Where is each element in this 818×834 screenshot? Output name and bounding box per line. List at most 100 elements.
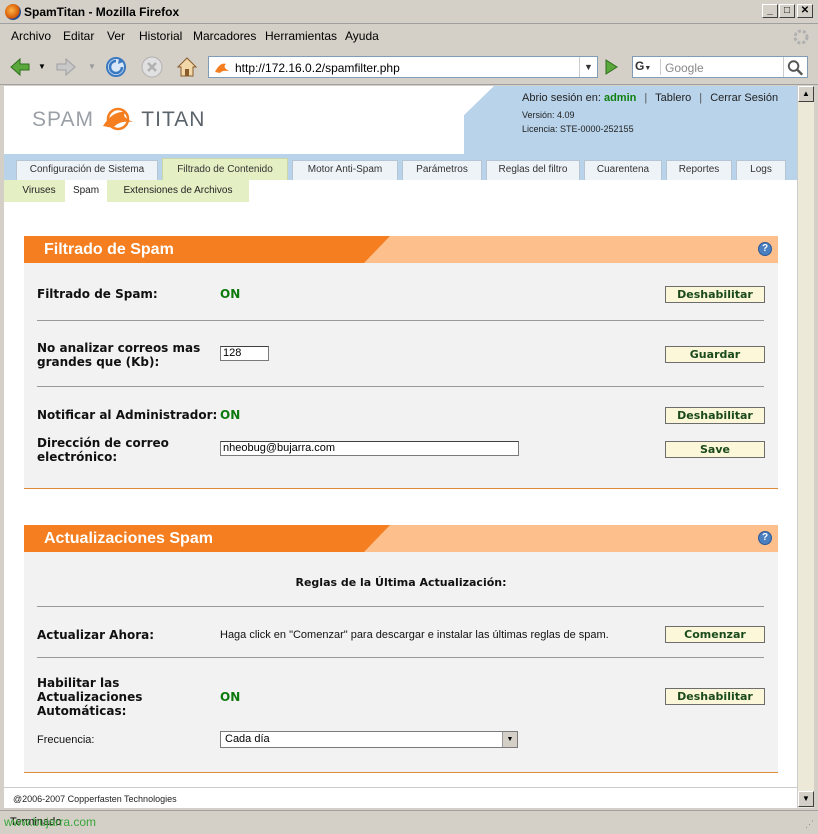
email-label-line2: electrónico: — [37, 450, 118, 464]
panel-title-bar: Actualizaciones Spam ? — [24, 525, 778, 552]
reload-icon[interactable] — [104, 55, 128, 79]
page-viewport: SPAM TITAN Abrio sesión en: admin | Tabl… — [4, 86, 797, 808]
tab-configuracion[interactable]: Configuración de Sistema — [16, 160, 158, 180]
save-size-button[interactable]: Guardar — [665, 346, 765, 363]
subtab-spam[interactable]: Spam — [65, 180, 107, 202]
notify-admin-label: Notificar al Administrador: — [37, 408, 218, 422]
panel-title: Actualizaciones Spam — [44, 530, 213, 547]
magnifier-icon[interactable] — [783, 57, 807, 77]
email-input[interactable]: nheobug@bujarra.com — [220, 441, 519, 456]
status-bar: Terminado www.bujarra.com ⋰ — [0, 810, 818, 834]
tab-reportes[interactable]: Reportes — [666, 160, 732, 180]
update-now-label: Actualizar Ahora: — [37, 628, 155, 642]
license-text: Licencia: STE-0000-252155 — [522, 124, 634, 134]
url-dropdown-icon[interactable]: ▼ — [579, 57, 597, 77]
vertical-scrollbar[interactable]: ▲ ▼ — [797, 86, 814, 808]
page-header: SPAM TITAN Abrio sesión en: admin | Tabl… — [4, 86, 797, 154]
resize-grip-icon[interactable]: ⋰ — [805, 819, 814, 830]
update-instructions: Haga click en "Comenzar" para descargar … — [220, 629, 609, 641]
spam-filter-status: ON — [220, 287, 241, 301]
logout-link[interactable]: Cerrar Sesión — [710, 92, 778, 104]
scroll-down-icon[interactable]: ▼ — [798, 791, 814, 807]
max-size-label-line2: grandes que (Kb): — [37, 355, 160, 369]
back-arrow-icon[interactable] — [8, 55, 32, 79]
save-email-button[interactable]: Save — [665, 441, 765, 458]
back-dropdown-icon[interactable]: ▼ — [38, 62, 46, 71]
forward-arrow-icon[interactable] — [54, 55, 78, 79]
firefox-icon — [5, 4, 21, 20]
tab-parametros[interactable]: Parámetros — [402, 160, 482, 180]
menu-marcadores[interactable]: Marcadores — [193, 29, 256, 43]
throbber-icon — [793, 29, 809, 45]
go-arrow-icon[interactable] — [601, 57, 621, 77]
spam-filter-panel: Filtrado de Spam ? Filtrado de Spam: ON … — [24, 236, 778, 489]
select-arrow-icon[interactable]: ▼ — [502, 732, 517, 747]
tab-motor-antispam[interactable]: Motor Anti-Spam — [292, 160, 398, 180]
frequency-select[interactable]: Cada día ▼ — [220, 731, 518, 748]
disable-auto-update-button[interactable]: Deshabilitar — [665, 688, 765, 705]
forward-dropdown-icon[interactable]: ▼ — [88, 62, 96, 71]
help-icon[interactable]: ? — [758, 242, 772, 256]
spam-updates-panel: Actualizaciones Spam ? Reglas de la Últi… — [24, 525, 778, 773]
menu-herramientas[interactable]: Herramientas — [265, 29, 337, 43]
frequency-selected: Cada día — [225, 733, 270, 745]
maximize-button[interactable]: □ — [779, 4, 795, 18]
page-footer: @2006-2007 Copperfasten Technologies — [4, 787, 797, 808]
session-label: Abrio sesión en: — [522, 92, 601, 104]
auto-update-label-line2: Actualizaciones — [37, 690, 143, 704]
dashboard-link[interactable]: Tablero — [655, 92, 691, 104]
panel-title-bar: Filtrado de Spam ? — [24, 236, 778, 263]
version-text: Versión: 4.09 — [522, 110, 575, 120]
home-icon[interactable] — [175, 55, 199, 79]
disable-spam-filter-button[interactable]: Deshabilitar — [665, 286, 765, 303]
logo-text-titan: TITAN — [141, 108, 206, 131]
max-size-label-line1: No analizar correos mas — [37, 341, 201, 355]
tab-logs[interactable]: Logs — [736, 160, 786, 180]
search-placeholder[interactable]: Google — [665, 61, 704, 75]
menu-bar: Archivo Editar Ver Historial Marcadores … — [0, 25, 818, 47]
menu-editar[interactable]: Editar — [63, 29, 94, 43]
search-engine-selector[interactable]: G▼ — [635, 59, 661, 75]
stop-icon[interactable] — [140, 55, 164, 79]
url-text[interactable]: http://172.16.0.2/spamfilter.php — [235, 61, 400, 75]
logo-text-spam: SPAM — [32, 108, 94, 131]
spamtitan-favicon-icon — [215, 63, 229, 73]
disable-notify-button[interactable]: Deshabilitar — [665, 407, 765, 424]
email-label-line1: Dirección de correo — [37, 436, 169, 450]
scroll-up-icon[interactable]: ▲ — [798, 86, 814, 102]
menu-ver[interactable]: Ver — [107, 29, 125, 43]
menu-ayuda[interactable]: Ayuda — [345, 29, 379, 43]
session-info: Abrio sesión en: admin | Tablero | Cerra… — [522, 92, 779, 104]
titan-logo-icon — [102, 107, 133, 131]
url-bar[interactable]: http://172.16.0.2/spamfilter.php ▼ — [208, 56, 598, 78]
spam-filter-label: Filtrado de Spam: — [37, 287, 158, 301]
window-titlebar: SpamTitan - Mozilla Firefox _ □ ✕ — [0, 0, 818, 24]
tab-reglas-filtro[interactable]: Reglas del filtro — [486, 160, 580, 180]
subtab-viruses[interactable]: Viruses — [16, 180, 62, 202]
minimize-button[interactable]: _ — [762, 4, 778, 18]
spamtitan-logo: SPAM TITAN — [32, 106, 205, 132]
search-engine-label: G — [635, 59, 645, 73]
max-size-input[interactable]: 128 — [220, 346, 269, 361]
close-button[interactable]: ✕ — [797, 4, 813, 18]
auto-update-label-line1: Habilitar las — [37, 676, 120, 690]
panel-title: Filtrado de Spam — [44, 241, 174, 258]
auto-update-status: ON — [220, 690, 241, 704]
tab-cuarentena[interactable]: Cuarentena — [584, 160, 662, 180]
help-icon[interactable]: ? — [758, 531, 772, 545]
notify-admin-status: ON — [220, 408, 241, 422]
window-title: SpamTitan - Mozilla Firefox — [24, 5, 180, 19]
frequency-label: Frecuencia: — [37, 734, 95, 746]
tab-filtrado-contenido[interactable]: Filtrado de Contenido — [162, 158, 288, 180]
menu-historial[interactable]: Historial — [139, 29, 182, 43]
search-box[interactable]: G▼ Google — [632, 56, 808, 78]
auto-update-label-line3: Automáticas: — [37, 704, 127, 718]
start-update-button[interactable]: Comenzar — [665, 626, 765, 643]
last-rules-heading: Reglas de la Última Actualización: — [295, 576, 507, 589]
menu-archivo[interactable]: Archivo — [11, 29, 51, 43]
watermark: www.bujarra.com — [4, 815, 97, 829]
sub-tabs: Viruses Spam Extensiones de Archivos — [4, 180, 249, 202]
session-user: admin — [603, 92, 637, 104]
subtab-extensiones[interactable]: Extensiones de Archivos — [110, 180, 246, 202]
navigation-toolbar: ▼ ▼ http://172.16.0.2/spamfilter.php ▼ G… — [0, 49, 818, 85]
